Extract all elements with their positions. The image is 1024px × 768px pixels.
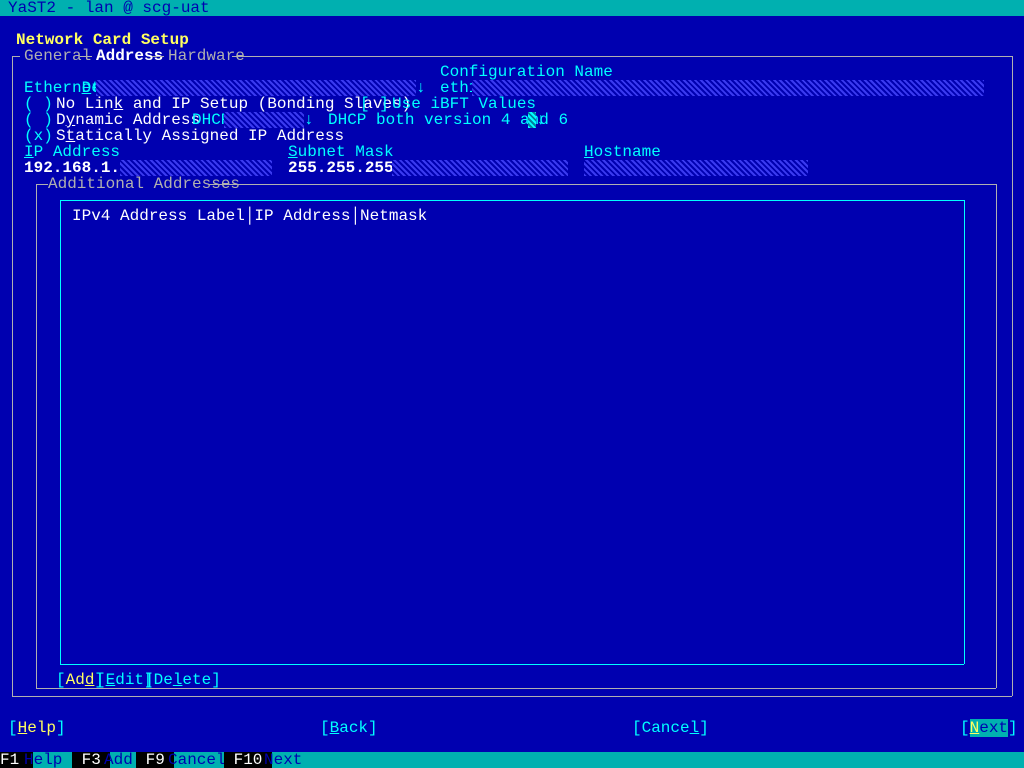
subnet-field-pad[interactable] [392, 160, 568, 176]
fkey-f3-label[interactable]: Add [104, 752, 133, 768]
label-ip: IP Address [24, 144, 120, 160]
dhcp-version-field-end [528, 112, 536, 128]
radio-static[interactable]: (x) [24, 128, 53, 144]
radio-dynamic[interactable]: ( ) [24, 112, 53, 128]
label-no-link: No Link and IP Setup (Bonding Slaves) [56, 96, 411, 112]
delete-button[interactable]: [Delete] [144, 672, 221, 688]
label-device-type: DDevice Typeevice Type [24, 64, 187, 80]
table-header: IPv4 Address Label│IP Address│Netmask [72, 208, 427, 224]
device-type-value[interactable]: Ethernet [24, 80, 101, 96]
next-button[interactable]: [Next] [960, 720, 1018, 736]
fkey-f9-label[interactable]: Cancel [168, 752, 226, 768]
page-title: Network Card Setup [16, 32, 189, 48]
label-dynamic: Dynamic Address [56, 112, 200, 128]
config-name-field[interactable] [472, 80, 984, 96]
label-subnet: Subnet Mask [288, 144, 394, 160]
ip-address-field-pad[interactable] [120, 160, 272, 176]
label-hostname: Hostname [584, 144, 661, 160]
fkey-f1-label[interactable]: Help [24, 752, 62, 768]
dropdown-arrow-icon-3[interactable]: ↓ [536, 112, 546, 128]
fkey-f10-label[interactable]: Next [264, 752, 302, 768]
window-title: YaST2 - lan @ scg-uat [8, 0, 210, 16]
hostname-field[interactable] [584, 160, 808, 176]
dropdown-arrow-icon[interactable]: ↓ [416, 80, 426, 96]
dropdown-arrow-icon-2[interactable]: ↓ [304, 112, 314, 128]
help-button[interactable]: [Help] [8, 720, 66, 736]
label-ibft: Use iBFT Values [392, 96, 536, 112]
cancel-button[interactable]: [Cancel] [632, 720, 709, 736]
dhcp-mode-field[interactable] [224, 112, 304, 128]
label-static: Statically Assigned IP Address [56, 128, 344, 144]
device-type-dropdown[interactable] [96, 80, 416, 96]
checkbox-ibft[interactable]: [ ] [360, 96, 389, 112]
label-config-name: Configuration Name [440, 64, 613, 80]
back-button[interactable]: [Back] [320, 720, 378, 736]
radio-no-link[interactable]: ( ) [24, 96, 53, 112]
